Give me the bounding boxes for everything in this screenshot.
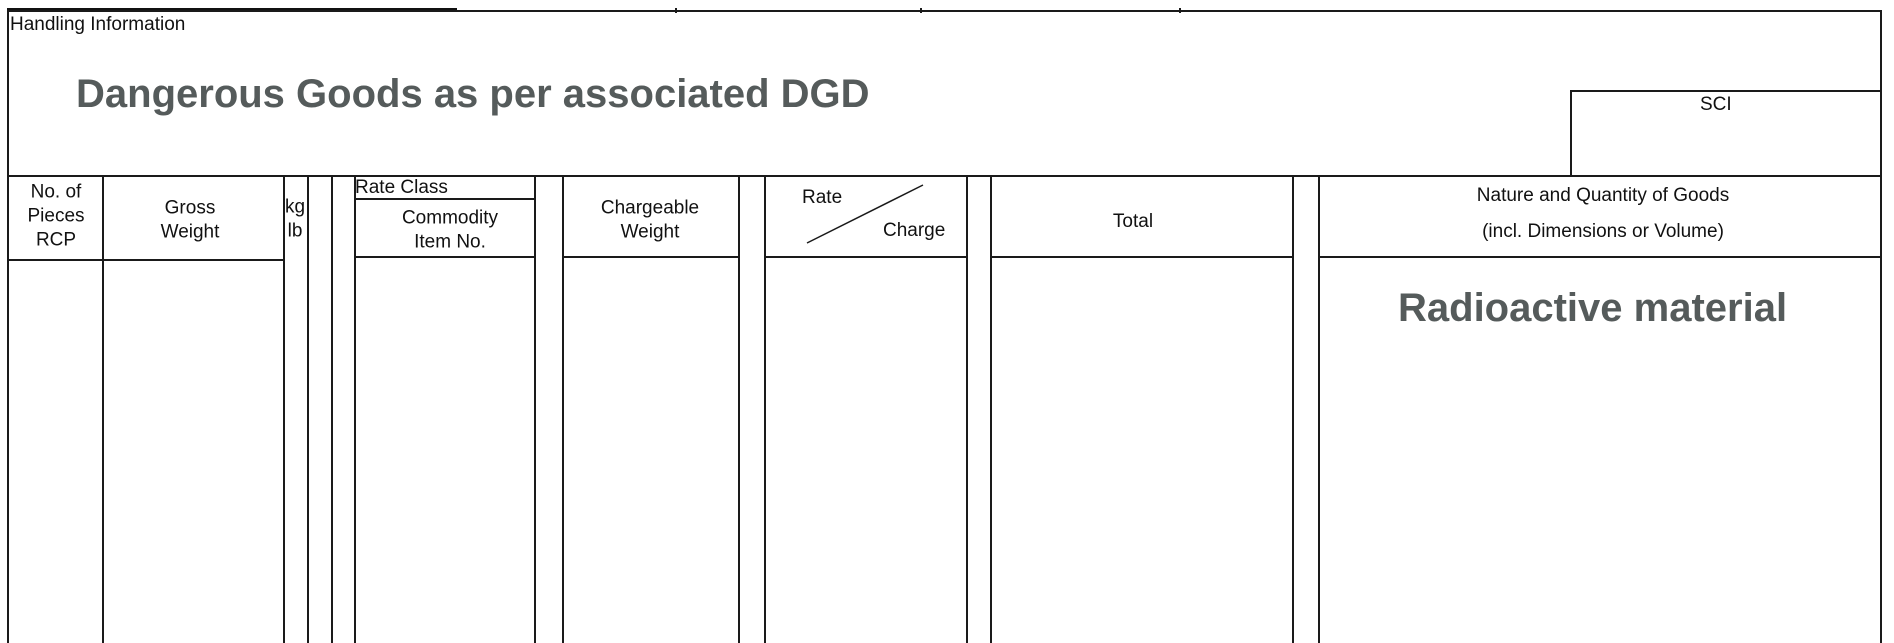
right-border bbox=[1880, 10, 1882, 643]
header-pieces: No. of Pieces RCP bbox=[27, 181, 85, 250]
top-rule bbox=[7, 10, 1881, 12]
header-bottom-rate bbox=[764, 256, 966, 258]
header-gross-weight: Gross Weight bbox=[160, 197, 220, 242]
col-line-1 bbox=[102, 175, 104, 643]
col-line-13 bbox=[1318, 175, 1320, 643]
tick-3 bbox=[1179, 8, 1181, 13]
left-border bbox=[7, 10, 9, 643]
col-line-10 bbox=[966, 175, 968, 643]
section-divider bbox=[7, 175, 1881, 177]
col-line-7 bbox=[562, 175, 564, 643]
header-chargeable-weight: Chargeable Weight bbox=[600, 197, 700, 242]
rate-charge-diagonal bbox=[806, 184, 924, 244]
col-line-11 bbox=[990, 175, 992, 643]
tick-2 bbox=[920, 8, 922, 13]
header-bottom-chargeable bbox=[562, 256, 739, 258]
sci-label: SCI bbox=[1700, 94, 1732, 115]
nature-value: Radioactive material bbox=[1398, 286, 1788, 330]
header-bottom-total bbox=[990, 256, 1292, 258]
tick-1 bbox=[675, 8, 677, 13]
sci-left-rule bbox=[1570, 90, 1572, 175]
col-line-2 bbox=[283, 175, 285, 643]
header-bottom-commodity bbox=[354, 256, 534, 258]
handling-info-text: Dangerous Goods as per associated DGD bbox=[76, 72, 870, 116]
header-rate-class: Rate Class bbox=[355, 177, 448, 198]
header-bottom-nature bbox=[1318, 256, 1881, 258]
col-line-12 bbox=[1292, 175, 1294, 643]
header-nature: Nature and Quantity of Goods (incl. Dime… bbox=[1476, 184, 1730, 242]
col-line-4 bbox=[331, 175, 333, 643]
header-commodity: Commodity Item No. bbox=[401, 207, 499, 252]
sci-top-rule bbox=[1570, 90, 1881, 92]
header-unit: kg lb bbox=[284, 196, 306, 241]
header-total: Total bbox=[1112, 211, 1154, 233]
handling-info-label: Handling Information bbox=[10, 14, 186, 35]
header-bottom-gross bbox=[102, 259, 284, 261]
col-line-5 bbox=[354, 175, 356, 643]
col-line-8 bbox=[738, 175, 740, 643]
header-bottom-pieces bbox=[7, 259, 102, 261]
col-line-3 bbox=[307, 175, 309, 643]
col-line-6 bbox=[534, 175, 536, 643]
col-line-9 bbox=[764, 175, 766, 643]
